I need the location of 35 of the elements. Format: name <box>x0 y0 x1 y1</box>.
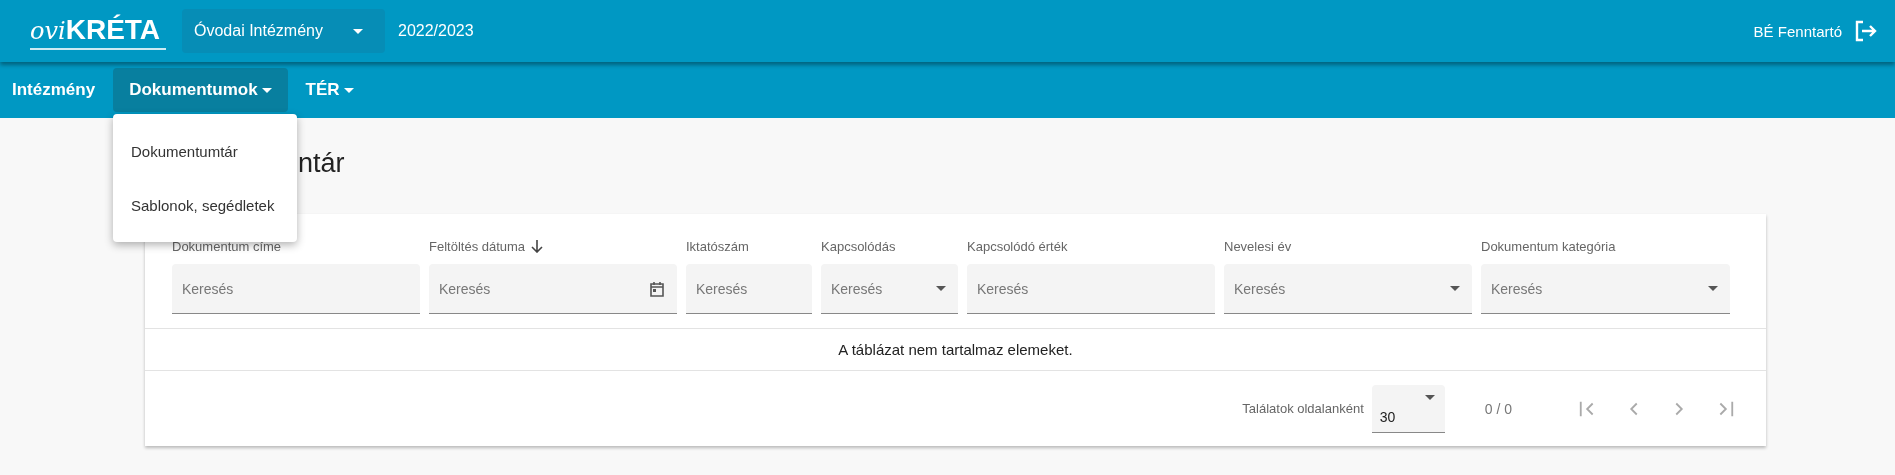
caret-icon <box>1708 286 1718 291</box>
filter-field[interactable]: Keresés <box>967 264 1215 314</box>
caret-icon <box>1450 286 1460 291</box>
column-header[interactable]: Feltöltés dátuma <box>429 238 526 254</box>
menu-item[interactable]: Dokumentumtár <box>113 124 297 178</box>
column-header[interactable]: Iktatószám <box>686 238 749 254</box>
column-header[interactable]: Kapcsolódó érték <box>967 238 1068 254</box>
filter-field[interactable]: Keresés <box>1224 264 1472 314</box>
nav-tab[interactable]: TÉR <box>293 68 366 112</box>
user-name: BÉ Fenntartó <box>1753 22 1842 40</box>
page-size-label: Találatok oldalanként <box>1242 401 1364 416</box>
filter-field[interactable]: Keresés <box>172 264 420 314</box>
calendar-icon <box>649 280 665 297</box>
column-header[interactable]: Dokumentum kategória <box>1481 238 1616 254</box>
page-range: 0 / 0 <box>1484 400 1512 417</box>
institution-select[interactable]: Óvodai Intézmény <box>182 9 385 53</box>
menu-item[interactable]: Sablonok, segédletek <box>113 178 297 232</box>
page-size-select[interactable]: 30 <box>1371 384 1445 433</box>
column-header[interactable]: Kapcsolódás <box>821 238 896 254</box>
school-year: 2022/2023 <box>398 22 474 40</box>
empty-message: A táblázat nem tartalmaz elemeket. <box>145 328 1766 371</box>
caret-icon <box>936 286 946 291</box>
page-title: ntár <box>298 148 345 179</box>
nav-tab[interactable]: Intézmény <box>0 68 108 112</box>
filter-field[interactable]: Keresés <box>686 264 812 314</box>
filter-field[interactable]: Keresés <box>429 264 677 314</box>
filter-field[interactable]: Keresés <box>821 264 958 314</box>
filter-field[interactable]: Keresés <box>1481 264 1730 314</box>
column-header[interactable]: Dokumentum címe <box>172 238 282 254</box>
column-header[interactable]: Nevelesi év <box>1224 238 1292 254</box>
nav-tab[interactable]: Dokumentumok <box>113 68 288 112</box>
caret-icon <box>353 28 363 34</box>
logout-icon[interactable] <box>1854 20 1878 42</box>
caret-icon <box>1424 394 1435 400</box>
logo: oviKRÉTA <box>30 12 166 50</box>
